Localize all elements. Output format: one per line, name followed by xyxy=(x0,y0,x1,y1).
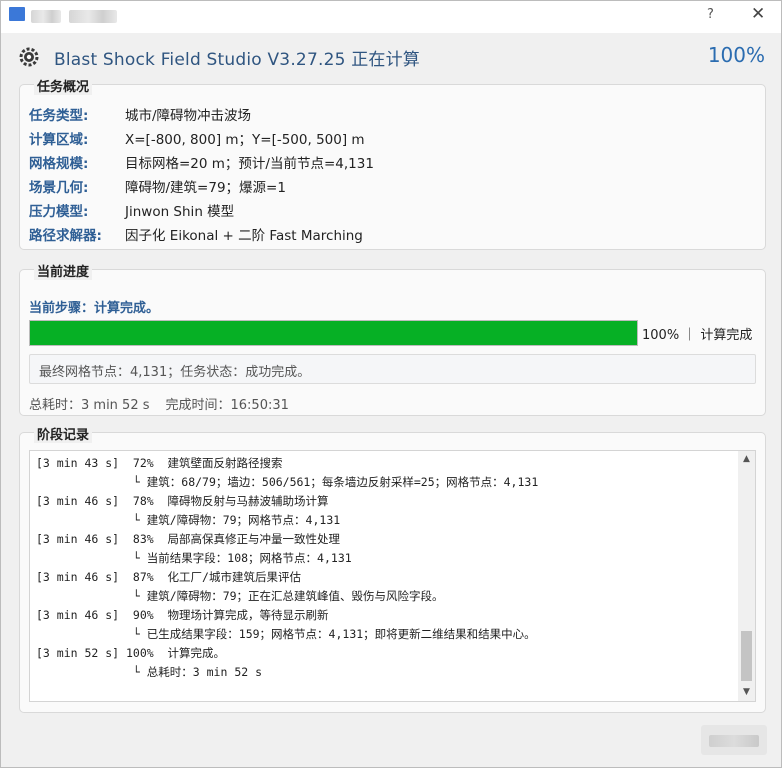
log-line: └ 建筑/障碍物：79；网格节点：4,131 xyxy=(36,513,341,527)
progress-status: 100% ｜ 计算完成 xyxy=(642,328,753,343)
log-line: └ 总耗时：3 min 52 s xyxy=(36,665,263,679)
overview-value: X=[-800, 800] m；Y=[-500, 500] m xyxy=(125,132,365,148)
close-button[interactable]: ✕ xyxy=(751,4,765,24)
log-line: └ 建筑：68/79；墙边：506/561；每条墙边反射采样=25；网格节点：4… xyxy=(36,475,539,489)
log-line: └ 建筑/障碍物：79；正在汇总建筑峰值、毁伤与风险字段。 xyxy=(36,589,444,603)
result-summary-text: 最终网格节点：4,131；任务状态：成功完成。 xyxy=(39,365,311,380)
gear-shield-icon xyxy=(19,47,39,67)
log-textbox[interactable]: [3 min 43 s] 72% 建筑壁面反射路径搜索 └ 建筑：68/79；墙… xyxy=(29,450,756,702)
blurred-title-text xyxy=(69,10,117,23)
time-info: 总耗时：3 min 52 s 完成时间：16:50:31 xyxy=(29,394,289,413)
stage-log-group: 阶段记录 [3 min 43 s] 72% 建筑壁面反射路径搜索 └ 建筑：68… xyxy=(19,424,766,713)
overview-value: 城市/障碍物冲击波场 xyxy=(125,108,252,124)
overview-value: 目标网格=20 m；预计/当前节点=4,131 xyxy=(125,156,374,172)
overview-label: 任务类型: xyxy=(29,108,89,124)
overview-label: 场景几何: xyxy=(29,180,89,196)
overview-value: 障碍物/建筑=79；爆源=1 xyxy=(125,180,286,196)
log-line: [3 min 52 s] 100% 计算完成。 xyxy=(36,646,226,660)
title-bar: ? ✕ xyxy=(1,1,781,33)
log-lines: [3 min 43 s] 72% 建筑壁面反射路径搜索 └ 建筑：68/79；墙… xyxy=(36,454,736,682)
overview-label: 网格规模: xyxy=(29,156,89,172)
log-line: [3 min 46 s] 87% 化工厂/城市建筑后果评估 xyxy=(36,570,301,584)
progress-bar xyxy=(29,320,638,346)
chevron-down-icon[interactable]: ▼ xyxy=(738,684,755,701)
log-line: [3 min 46 s] 83% 局部高保真修正与冲量一致性处理 xyxy=(36,532,341,546)
overview-label: 计算区域: xyxy=(29,132,89,148)
overview-value: 因子化 Eikonal + 二阶 Fast Marching xyxy=(125,228,363,244)
window-icon xyxy=(9,7,25,21)
log-line: └ 当前结果字段：108；网格节点：4,131 xyxy=(36,551,352,565)
log-line: └ 已生成结果字段：159；网格节点：4,131；即将更新二维结果和结果中心。 xyxy=(36,627,536,641)
vertical-scrollbar[interactable]: ▲ ▼ xyxy=(738,451,755,701)
log-line: [3 min 43 s] 72% 建筑壁面反射路径搜索 xyxy=(36,456,283,470)
current-step: 当前步骤：计算完成。 xyxy=(29,301,160,316)
help-button[interactable]: ? xyxy=(707,7,714,22)
result-summary-box: 最终网格节点：4,131；任务状态：成功完成。 xyxy=(29,354,756,384)
overall-percent: 100% xyxy=(707,43,765,67)
overview-label: 压力模型: xyxy=(29,204,89,220)
overview-label: 路径求解器: xyxy=(29,228,102,244)
log-line: [3 min 46 s] 90% 物理场计算完成，等待显示刷新 xyxy=(36,608,329,622)
blurred-button[interactable] xyxy=(701,725,767,755)
app-title: Blast Shock Field Studio V3.27.25 正在计算 xyxy=(54,50,421,70)
overview-value: Jinwon Shin 模型 xyxy=(125,204,235,220)
elapsed-time: 总耗时：3 min 52 s xyxy=(29,398,150,413)
group-title: 当前进度 xyxy=(34,261,93,280)
main-window: ? ✕ Blast Shock Field Studio V3.27.25 正在… xyxy=(0,0,782,768)
finish-time: 完成时间：16:50:31 xyxy=(165,398,289,413)
progress-group: 当前进度 当前步骤：计算完成。 100% ｜ 计算完成 最终网格节点：4,131… xyxy=(19,261,766,416)
app-header: Blast Shock Field Studio V3.27.25 正在计算 1… xyxy=(1,33,781,79)
group-title: 阶段记录 xyxy=(34,424,93,443)
chevron-up-icon[interactable]: ▲ xyxy=(738,451,755,468)
progress-fill xyxy=(30,321,637,345)
scrollbar-thumb[interactable] xyxy=(741,631,752,681)
task-overview-group: 任务概况 任务类型: 城市/障碍物冲击波场 计算区域: X=[-800, 800… xyxy=(19,76,766,250)
log-line: [3 min 46 s] 78% 障碍物反射与马赫波辅助场计算 xyxy=(36,494,329,508)
blurred-title-text xyxy=(31,10,61,23)
group-title: 任务概况 xyxy=(34,76,93,95)
